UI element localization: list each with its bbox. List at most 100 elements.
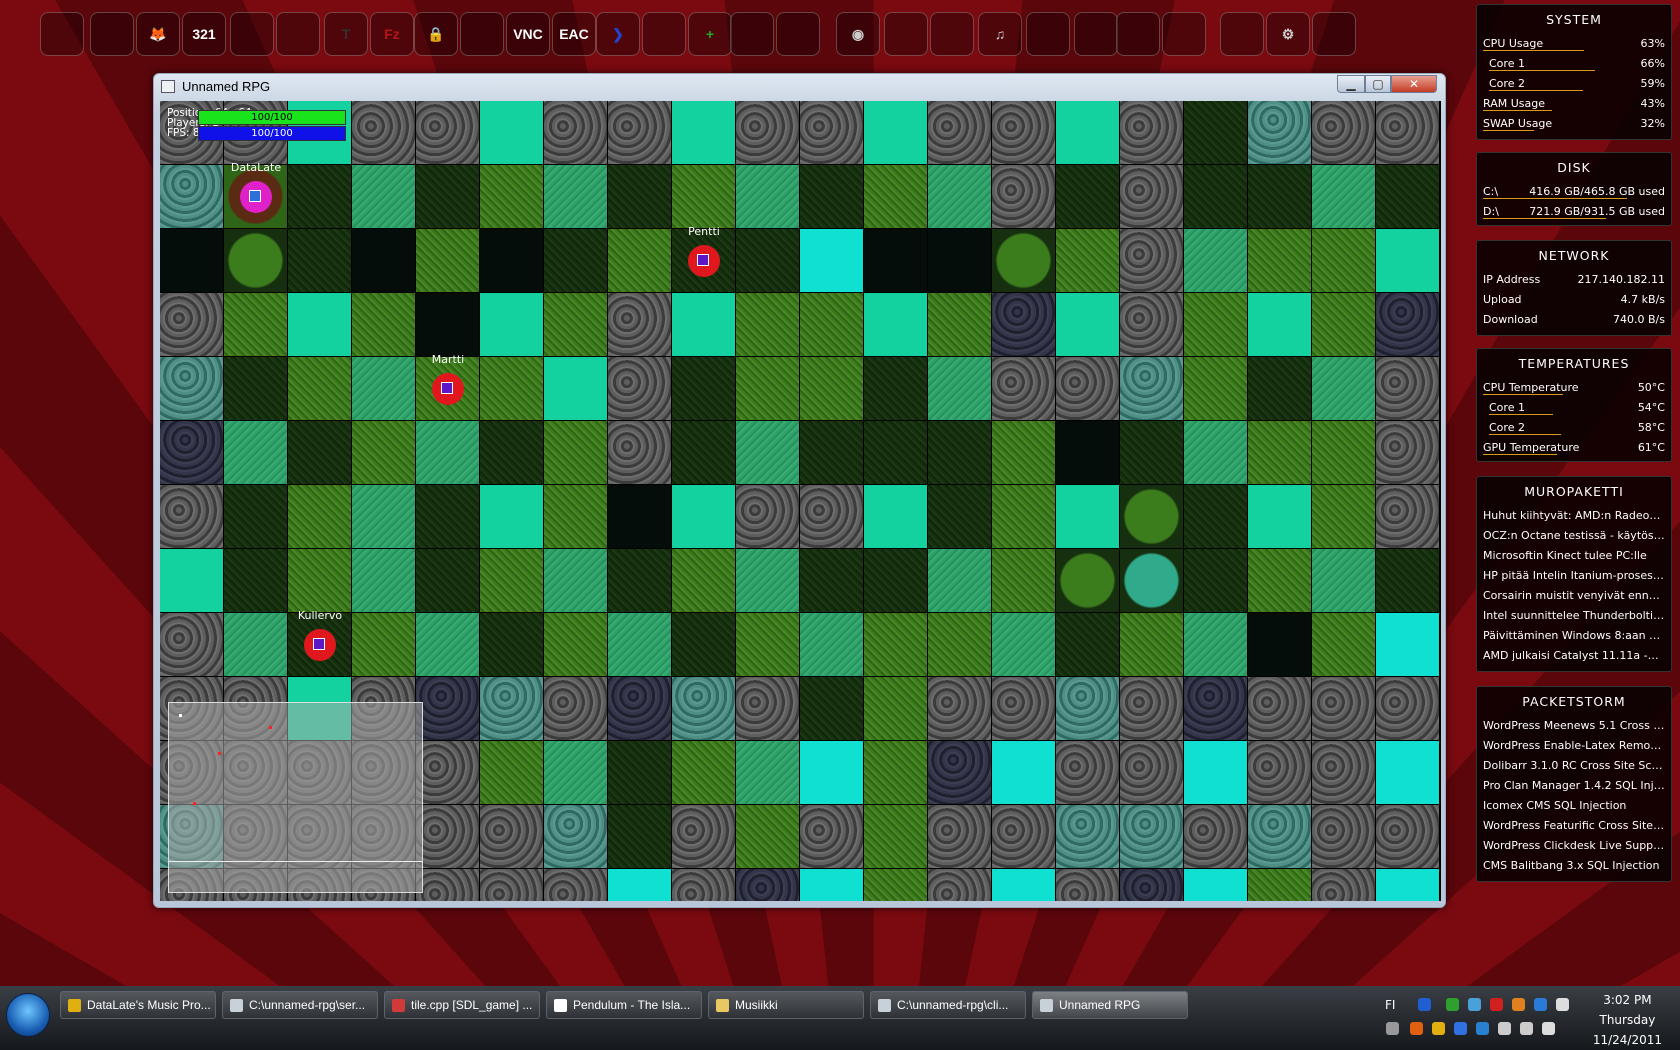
minimap-player-dot [269, 726, 272, 729]
news-item-link[interactable]: WordPress Featurific Cross Site Sc... [1477, 816, 1671, 836]
player-sprite[interactable] [688, 245, 720, 277]
folder-bomb-icon[interactable] [930, 12, 974, 56]
tray-app-icon[interactable] [1418, 998, 1431, 1011]
language-indicator[interactable]: FI [1385, 998, 1395, 1012]
taskbar-button[interactable]: C:\unnamed-rpg\ser... [222, 991, 378, 1019]
gadget-title: TEMPERATURES [1518, 356, 1630, 371]
map-tile [480, 101, 543, 164]
tray-app-icon[interactable] [1476, 1022, 1489, 1035]
news-item-link[interactable]: WordPress Meenews 5.1 Cross Site... [1477, 716, 1671, 736]
steam-icon[interactable] [276, 12, 320, 56]
map-tile [1376, 549, 1439, 612]
news-item-link[interactable]: Dolibarr 3.1.0 RC Cross Site Script... [1477, 756, 1671, 776]
eac-icon[interactable]: EAC [552, 12, 596, 56]
taskbar-button[interactable]: Musiikki [708, 991, 864, 1019]
vmware-icon[interactable] [230, 12, 274, 56]
start-button[interactable] [6, 993, 50, 1037]
map-tile [480, 741, 543, 804]
putty-icon[interactable] [460, 12, 504, 56]
map-tile [160, 613, 223, 676]
news-item-link[interactable]: Microsoftin Kinect tulee PC:lle [1477, 546, 1671, 566]
taskbar-button-label: Pendulum - The Isla... [573, 998, 691, 1012]
tray-app-icon[interactable] [1512, 998, 1525, 1011]
tray-app-icon[interactable] [1520, 1022, 1533, 1035]
calendar-321-icon[interactable]: 321 [182, 12, 226, 56]
tray-app-icon[interactable] [1446, 998, 1459, 1011]
git-icon[interactable]: + [688, 12, 732, 56]
taskbar-button[interactable]: C:\unnamed-rpg\cli... [870, 991, 1026, 1019]
filezilla-icon[interactable]: Fz [370, 12, 414, 56]
tray-app-icon[interactable] [1556, 998, 1569, 1011]
tray-app-icon[interactable] [1454, 1022, 1467, 1035]
tray-app-icon[interactable] [1432, 1022, 1445, 1035]
tray-app-icon[interactable] [1534, 998, 1547, 1011]
news-item-link[interactable]: CMS Balitbang 3.x SQL Injection [1477, 856, 1671, 876]
tray-app-icon[interactable] [1498, 1022, 1511, 1035]
chrome-icon[interactable] [40, 12, 84, 56]
news-item-link[interactable]: Päivittäminen Windows 8:aan vaat... [1477, 626, 1671, 646]
window-preview-icon-2[interactable] [776, 12, 820, 56]
news-item-link[interactable]: Icomex CMS SQL Injection [1477, 796, 1671, 816]
news-item-link[interactable]: Huhut kiihtyvät: AMD:n Radeon H... [1477, 506, 1671, 526]
news-item-link[interactable]: WordPress Clickdesk Live Support... [1477, 836, 1671, 856]
foobar-icon[interactable]: 🦊 [136, 12, 180, 56]
game-canvas[interactable]: DataLatePenttiMarttiKullervo Position: 6… [160, 101, 1441, 901]
map-tile [800, 421, 863, 484]
map-tile [608, 293, 671, 356]
lion-icon[interactable] [642, 12, 686, 56]
player-sprite[interactable] [432, 373, 464, 405]
news-item-link[interactable]: Pro Clan Manager 1.4.2 SQL Inject... [1477, 776, 1671, 796]
folder-calendar-icon[interactable] [1026, 12, 1070, 56]
trash-icon[interactable] [1312, 12, 1356, 56]
disc-icon[interactable]: ◉ [836, 12, 880, 56]
folder-device-icon[interactable] [1074, 12, 1118, 56]
taskbar-button[interactable]: Pendulum - The Isla... [546, 991, 702, 1019]
map-tile [672, 549, 735, 612]
news-item-link[interactable]: AMD julkaisi Catalyst 11.11a -ajurit [1477, 646, 1671, 666]
map-tile [544, 165, 607, 228]
folder-music-icon[interactable]: ♫ [978, 12, 1022, 56]
news-item-link[interactable]: Intel suunnittelee Thunderboltia k... [1477, 606, 1671, 626]
window-titlebar[interactable]: Unnamed RPG ▁ ▢ ✕ [154, 74, 1445, 100]
arrow-app-icon[interactable]: ❯ [596, 12, 640, 56]
tray-app-icon[interactable] [1386, 1022, 1399, 1035]
mouse-icon[interactable] [884, 12, 928, 56]
temperature-rows: CPU Temperature 50°C Core 1 54°C Core 2 58°C G… [1477, 378, 1671, 458]
map-tile [1248, 229, 1311, 292]
maximize-button[interactable]: ▢ [1365, 75, 1391, 93]
floppy-icon[interactable] [1116, 12, 1160, 56]
taskbar-button[interactable]: Unnamed RPG [1032, 991, 1188, 1019]
network-icon[interactable] [1220, 12, 1264, 56]
vnc-icon[interactable]: VNC [506, 12, 550, 56]
news-item-link[interactable]: HP pitää Intelin Itanium-prosessori... [1477, 566, 1671, 586]
map-tile [608, 421, 671, 484]
monitor-icon[interactable] [1162, 12, 1206, 56]
typora-icon[interactable]: T [324, 12, 368, 56]
minimize-button[interactable]: ▁ [1337, 75, 1365, 93]
taskbar-button[interactable]: DataLate's Music Pro... [60, 991, 216, 1019]
office-icon[interactable] [90, 12, 134, 56]
map-tile [480, 421, 543, 484]
map-tile [416, 549, 479, 612]
map-tile [544, 101, 607, 164]
player-sprite[interactable] [304, 629, 336, 661]
tray-app-icon[interactable] [1490, 998, 1503, 1011]
news-item-link[interactable]: OCZ:n Octane testissä - käytössä I... [1477, 526, 1671, 546]
tray-app-icon[interactable] [1410, 1022, 1423, 1035]
stat-value: 54°C [1637, 401, 1665, 414]
tray-app-icon[interactable] [1468, 998, 1481, 1011]
map-tile [480, 357, 543, 420]
window-preview-icon[interactable] [730, 12, 774, 56]
settings-gear-icon[interactable]: ⚙ [1266, 12, 1310, 56]
taskbar-button[interactable]: tile.cpp [SDL_game] ... [384, 991, 540, 1019]
close-button[interactable]: ✕ [1391, 75, 1437, 93]
news-item-link[interactable]: Corsairin muistit venyivät ennätys... [1477, 586, 1671, 606]
tray-app-icon[interactable] [1542, 1022, 1555, 1035]
clock[interactable]: 3:02 PM Thursday 11/24/2011 [1593, 990, 1662, 1050]
news-item-link[interactable]: WordPress Enable-Latex Remote F... [1477, 736, 1671, 756]
map-tile [1056, 421, 1119, 484]
taskbar: DataLate's Music Pro... C:\unnamed-rpg\se… [0, 986, 1680, 1050]
player-sprite[interactable] [240, 181, 272, 213]
map-tile [160, 421, 223, 484]
lock-download-icon[interactable]: 🔒 [414, 12, 458, 56]
